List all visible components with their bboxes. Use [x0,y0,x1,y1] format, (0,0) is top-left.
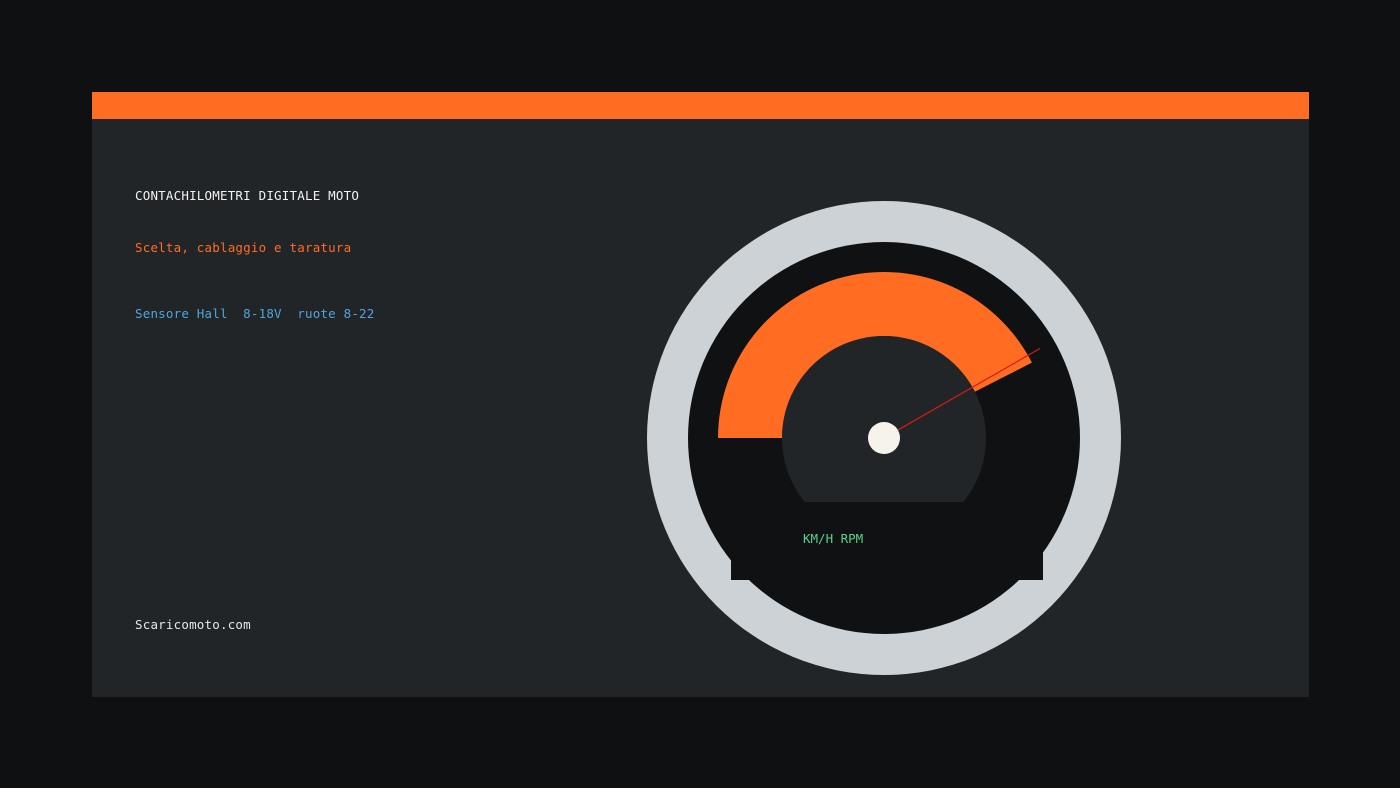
digital-display-panel [731,502,1043,580]
speed-unit-label: KM/H RPM [803,531,863,546]
speedometer-gauge: KM/H RPM [647,201,1121,675]
cover-card: CONTACHILOMETRI DIGITALE MOTO Scelta, ca… [92,92,1309,697]
needle-hub [868,422,900,454]
